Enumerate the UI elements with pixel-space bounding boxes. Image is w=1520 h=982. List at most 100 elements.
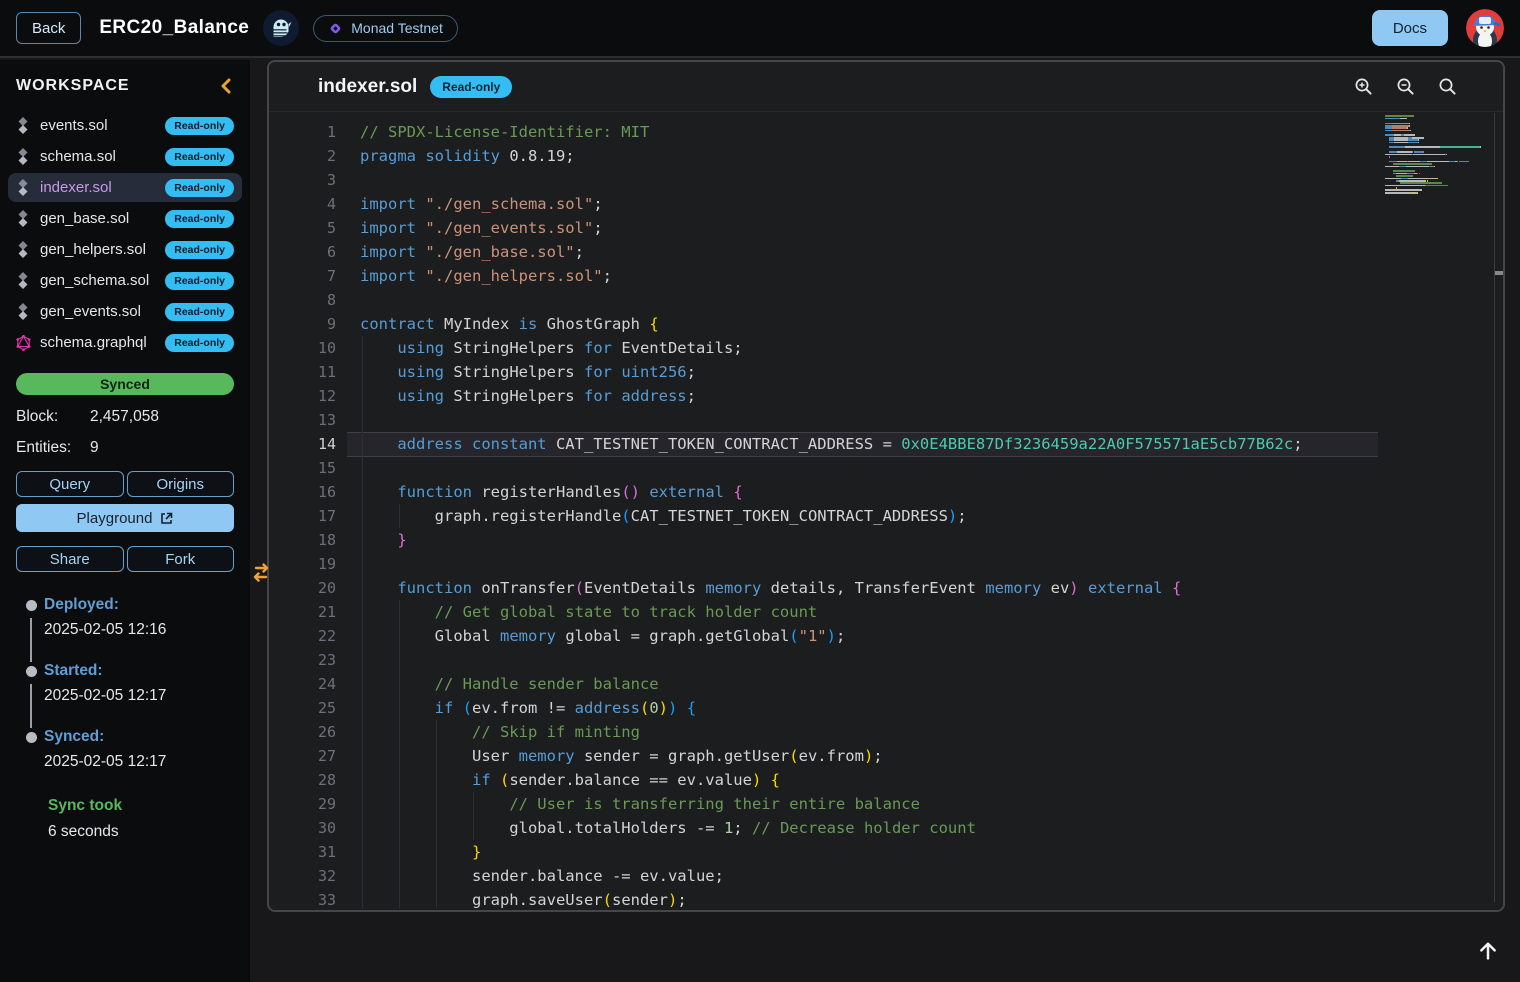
timeline-dot-icon [26, 666, 37, 677]
scrollbar-thumb[interactable] [1495, 271, 1503, 275]
solidity-file-icon [16, 148, 31, 165]
editor-toolbar [1354, 77, 1457, 96]
code-line: 31 } [269, 840, 1503, 864]
timeline-label: Started: [44, 662, 234, 680]
workspace-file-item[interactable]: gen_events.sol Read-only [8, 297, 242, 326]
code-line: 16 function registerHandles() external { [269, 480, 1503, 504]
read-only-badge: Read-only [165, 117, 234, 135]
code-line: 1// SPDX-License-Identifier: MIT [269, 120, 1503, 144]
code-line: 12 using StringHelpers for address; [269, 384, 1503, 408]
penguin-avatar[interactable] [1466, 9, 1504, 47]
code-line: 19 [269, 552, 1503, 576]
read-only-badge: Read-only [165, 241, 234, 259]
file-name: schema.graphql [40, 334, 147, 351]
file-name: gen_base.sol [40, 210, 129, 227]
code-line: 33 graph.saveUser(sender); [269, 888, 1503, 908]
editor-filename: indexer.sol [318, 76, 417, 98]
workspace-file-item[interactable]: gen_schema.sol Read-only [8, 266, 242, 295]
code-line: 17 graph.registerHandle(CAT_TESTNET_TOKE… [269, 504, 1503, 528]
network-badge[interactable]: Monad Testnet [313, 15, 458, 42]
code-lines: 1// SPDX-License-Identifier: MIT2pragma … [269, 113, 1503, 908]
timeline-connector [30, 618, 32, 662]
code-line: 8 [269, 288, 1503, 312]
editor-panel: indexer.sol Read-only 1// SPDX-License-I… [267, 60, 1505, 912]
code-editor[interactable]: 1// SPDX-License-Identifier: MIT2pragma … [269, 113, 1503, 908]
read-only-badge: Read-only [165, 334, 234, 352]
code-line: 10 using StringHelpers for EventDetails; [269, 336, 1503, 360]
code-line: 2pragma solidity 0.8.19; [269, 144, 1503, 168]
timeline-connector [30, 684, 32, 728]
code-line: 4import "./gen_schema.sol"; [269, 192, 1503, 216]
file-name: schema.sol [40, 148, 116, 165]
sync-timeline: Deployed: 2025-02-05 12:16 Started: 2025… [16, 596, 234, 771]
code-line: 25 if (ev.from != address(0)) { [269, 696, 1503, 720]
code-line: 32 sender.balance -= ev.value; [269, 864, 1503, 888]
query-button[interactable]: Query [16, 471, 124, 497]
sidebar-collapse-button[interactable] [218, 76, 234, 96]
code-line: 3 [269, 168, 1503, 192]
sync-took-label: Sync took [48, 797, 234, 815]
block-value: 2,457,058 [90, 408, 159, 426]
zoom-in-icon[interactable] [1354, 77, 1373, 96]
scrollbar-track[interactable] [1494, 113, 1495, 902]
code-line: 21 // Get global state to track holder c… [269, 600, 1503, 624]
timeline-value: 2025-02-05 12:17 [44, 753, 234, 771]
code-line: 9contract MyIndex is GhostGraph { [269, 312, 1503, 336]
scroll-to-top-button[interactable] [1468, 930, 1508, 970]
fork-button[interactable]: Fork [127, 546, 235, 572]
workspace-file-item[interactable]: schema.sol Read-only [8, 142, 242, 171]
back-button[interactable]: Back [16, 12, 81, 44]
timeline-value: 2025-02-05 12:17 [44, 687, 234, 705]
code-line: 5import "./gen_events.sol"; [269, 216, 1503, 240]
network-label: Monad Testnet [351, 20, 443, 36]
share-button[interactable]: Share [16, 546, 124, 572]
editor-header: indexer.sol Read-only [269, 62, 1503, 112]
panel-resize-handle[interactable] [248, 561, 274, 590]
code-line: 22 Global memory global = graph.getGloba… [269, 624, 1503, 648]
read-only-badge: Read-only [165, 210, 234, 228]
block-stat: Block: 2,457,058 [16, 408, 234, 426]
workspace-file-item[interactable]: gen_helpers.sol Read-only [8, 235, 242, 264]
app-root: { "topbar": { "back_label": "Back", "tit… [0, 0, 1520, 982]
workspace-file-item[interactable]: indexer.sol Read-only [8, 173, 242, 202]
code-line: 24 // Handle sender balance [269, 672, 1503, 696]
solidity-file-icon [16, 303, 31, 320]
file-name: events.sol [40, 117, 108, 134]
solidity-file-icon [16, 272, 31, 289]
external-link-icon [160, 512, 173, 525]
ghost-logo-icon [263, 10, 299, 46]
code-line: 11 using StringHelpers for uint256; [269, 360, 1503, 384]
workspace-title: WORKSPACE [16, 77, 130, 95]
timeline-label: Synced: [44, 728, 234, 746]
zoom-out-icon[interactable] [1396, 77, 1415, 96]
chevron-left-icon [220, 78, 232, 94]
code-line: 23 [269, 648, 1503, 672]
entities-value: 9 [90, 439, 99, 457]
origins-button[interactable]: Origins [127, 471, 235, 497]
graphql-file-icon [16, 335, 31, 351]
arrow-up-icon [1473, 935, 1503, 965]
minimap[interactable] [1385, 115, 1491, 194]
workspace-file-item[interactable]: schema.graphql Read-only [8, 328, 242, 357]
code-line: 18 } [269, 528, 1503, 552]
docs-button[interactable]: Docs [1372, 10, 1448, 46]
topbar: Back ERC20_Balance Monad Testnet Docs [0, 0, 1520, 58]
search-icon[interactable] [1438, 77, 1457, 96]
workspace-file-item[interactable]: events.sol Read-only [8, 111, 242, 140]
code-line: 13 [269, 408, 1503, 432]
timeline-entry: Deployed: 2025-02-05 12:16 [16, 596, 234, 639]
block-label: Block: [16, 408, 90, 426]
timeline-dot-icon [26, 732, 37, 743]
timeline-entry: Started: 2025-02-05 12:17 [16, 662, 234, 705]
page-title: ERC20_Balance [99, 17, 249, 39]
timeline-label: Deployed: [44, 596, 234, 614]
workspace-header: WORKSPACE [16, 76, 234, 96]
workspace-file-item[interactable]: gen_base.sol Read-only [8, 204, 242, 233]
timeline-value: 2025-02-05 12:16 [44, 621, 234, 639]
playground-button[interactable]: Playground [16, 504, 234, 532]
file-name: indexer.sol [40, 179, 112, 196]
code-line: 26 // Skip if minting [269, 720, 1503, 744]
file-name: gen_helpers.sol [40, 241, 146, 258]
read-only-badge: Read-only [165, 272, 234, 290]
sync-took: Sync took 6 seconds [48, 797, 234, 841]
